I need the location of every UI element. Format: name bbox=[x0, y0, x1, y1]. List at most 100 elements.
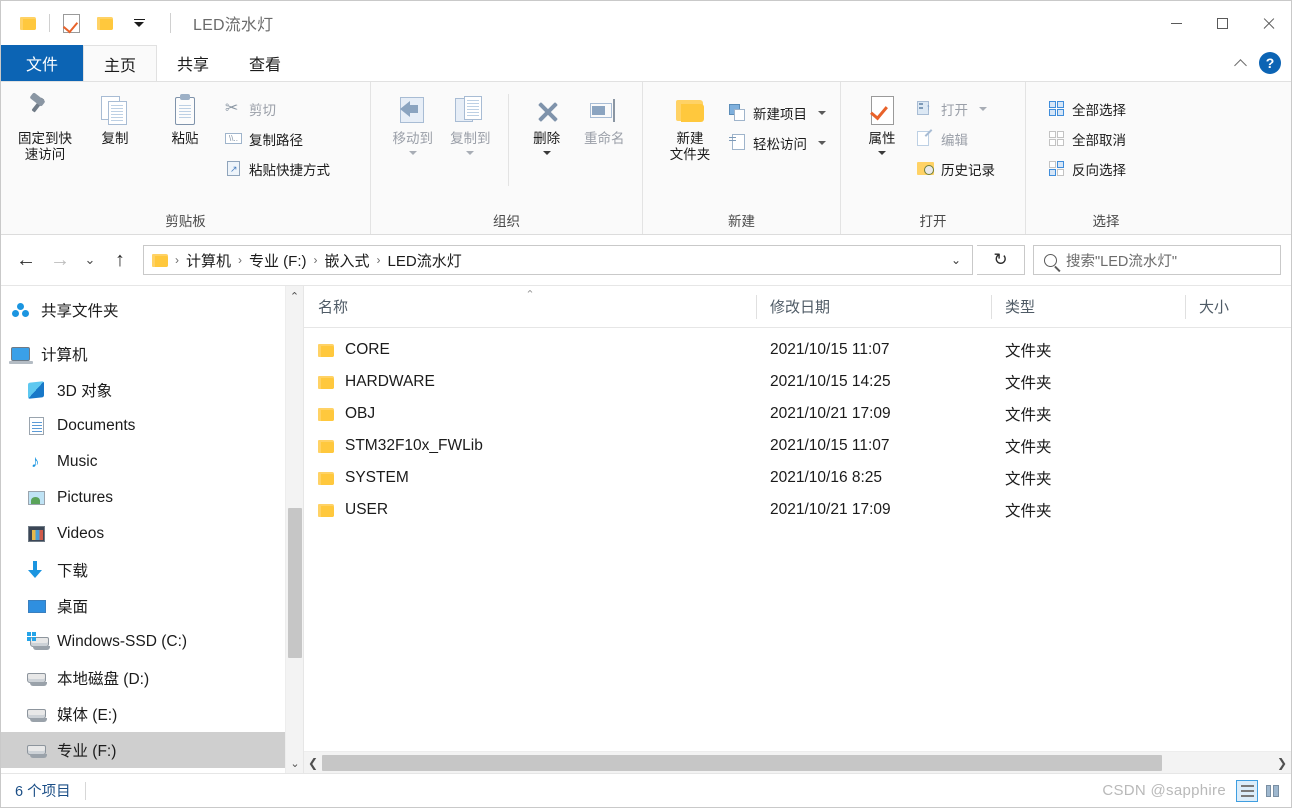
sidebar-item-shared-folder[interactable]: 共享文件夹 bbox=[1, 292, 303, 328]
folder-icon[interactable] bbox=[15, 10, 41, 36]
chevron-up-icon[interactable] bbox=[1235, 57, 1247, 69]
sidebar-label: 专业 (F:) bbox=[57, 743, 117, 760]
sidebar-label: 媒体 (E:) bbox=[57, 707, 118, 724]
sidebar-item-downloads[interactable]: 下载 bbox=[1, 552, 303, 588]
up-button[interactable]: ↑ bbox=[105, 245, 135, 275]
scroll-right-button[interactable]: ❯ bbox=[1273, 752, 1291, 774]
title-bar: LED流水灯 bbox=[1, 1, 1291, 45]
select-none-button[interactable]: 全部取消 bbox=[1044, 126, 1130, 151]
cut-button[interactable]: ✂ 剪切 bbox=[221, 96, 334, 121]
column-header-type[interactable]: 类型 bbox=[991, 286, 1185, 328]
table-row[interactable]: STM32F10x_FWLib 2021/10/15 11:07 文件夹 bbox=[304, 430, 1291, 462]
invert-selection-button[interactable]: 反向选择 bbox=[1044, 156, 1130, 181]
content-area: 共享文件夹 计算机 3D 对象 Documents ♪ Music Pictur… bbox=[1, 285, 1291, 773]
drive-icon bbox=[27, 740, 47, 760]
scroll-down-button[interactable]: ⌄ bbox=[286, 753, 303, 773]
breadcrumb-item-drive[interactable]: 专业 (F:) bbox=[244, 250, 312, 271]
sidebar-item-zhuanye-f[interactable]: 专业 (F:) bbox=[1, 732, 303, 768]
help-button[interactable]: ? bbox=[1259, 52, 1281, 74]
column-header-name[interactable]: ⌃ 名称 bbox=[304, 286, 756, 328]
table-row[interactable]: SYSTEM 2021/10/16 8:25 文件夹 bbox=[304, 462, 1291, 494]
edit-button[interactable]: 编辑 bbox=[913, 126, 999, 151]
sidebar-item-music[interactable]: ♪ Music bbox=[1, 444, 303, 480]
delete-icon bbox=[530, 94, 564, 128]
delete-label: 删除 bbox=[533, 131, 561, 146]
file-name: STM32F10x_FWLib bbox=[345, 437, 483, 454]
sidebar-item-3d-objects[interactable]: 3D 对象 bbox=[1, 372, 303, 408]
large-icons-view-button[interactable] bbox=[1261, 780, 1283, 802]
details-view-button[interactable] bbox=[1236, 779, 1258, 802]
downloads-icon bbox=[27, 560, 47, 580]
folder-icon bbox=[318, 439, 335, 454]
open-button[interactable]: ↑ 打开 bbox=[913, 96, 999, 121]
copy-path-button[interactable]: \\.. 复制路径 bbox=[221, 126, 334, 151]
rename-button[interactable]: 重命名 bbox=[576, 90, 632, 147]
easy-access-button[interactable]: 轻松访问 bbox=[725, 130, 830, 155]
search-box[interactable]: 搜索"LED流水灯" bbox=[1033, 245, 1281, 275]
breadcrumb-item-current[interactable]: LED流水灯 bbox=[383, 250, 467, 271]
paste-button[interactable]: 粘贴 bbox=[151, 90, 219, 147]
item-count: 6 个项目 bbox=[15, 784, 71, 800]
new-folder-button[interactable]: 新建 文件夹 bbox=[657, 90, 723, 163]
new-item-button[interactable]: 新建项目 bbox=[725, 100, 830, 125]
properties-check-icon[interactable] bbox=[58, 10, 84, 36]
sidebar-item-desktop[interactable]: 桌面 bbox=[1, 588, 303, 624]
tab-home[interactable]: 主页 bbox=[83, 45, 158, 81]
back-button[interactable]: ← bbox=[11, 245, 41, 275]
minimize-button[interactable] bbox=[1153, 1, 1199, 45]
history-button[interactable]: 历史记录 bbox=[913, 156, 999, 181]
sidebar-item-media-e[interactable]: 媒体 (E:) bbox=[1, 696, 303, 732]
horizontal-scrollbar[interactable]: ❮ ❯ bbox=[304, 751, 1291, 773]
edit-icon bbox=[917, 129, 934, 147]
sidebar-item-documents[interactable]: Documents bbox=[1, 408, 303, 444]
sidebar-item-pictures[interactable]: Pictures bbox=[1, 480, 303, 516]
breadcrumb-bar[interactable]: › 计算机 › 专业 (F:) › 嵌入式 › LED流水灯 ⌄ bbox=[143, 245, 973, 275]
forward-button[interactable]: → bbox=[45, 245, 75, 275]
refresh-button[interactable]: ↻ bbox=[977, 245, 1025, 275]
tab-share[interactable]: 共享 bbox=[157, 45, 229, 81]
table-row[interactable]: USER 2021/10/21 17:09 文件夹 bbox=[304, 494, 1291, 526]
breadcrumb-item-computer[interactable]: 计算机 bbox=[181, 250, 236, 271]
maximize-button[interactable] bbox=[1199, 1, 1245, 45]
close-button[interactable] bbox=[1245, 1, 1291, 45]
tab-view[interactable]: 查看 bbox=[229, 45, 301, 81]
scroll-left-button[interactable]: ❮ bbox=[304, 752, 322, 774]
chevron-down-icon[interactable]: ⌄ bbox=[944, 246, 968, 274]
copy-to-button[interactable]: 复制到 bbox=[443, 90, 499, 155]
table-row[interactable]: OBJ 2021/10/21 17:09 文件夹 bbox=[304, 398, 1291, 430]
pin-to-quick-access-button[interactable]: 固定到快 速访问 bbox=[11, 90, 79, 163]
sidebar-item-videos[interactable]: Videos bbox=[1, 516, 303, 552]
select-all-button[interactable]: 全部选择 bbox=[1044, 96, 1130, 121]
column-header-date[interactable]: 修改日期 bbox=[756, 286, 991, 328]
scrollbar-track[interactable] bbox=[322, 752, 1273, 774]
row-name-cell: USER bbox=[304, 501, 756, 519]
properties-button[interactable]: 属性 bbox=[853, 90, 911, 155]
sidebar-item-local-disk-d[interactable]: 本地磁盘 (D:) bbox=[1, 660, 303, 696]
scrollbar-thumb[interactable] bbox=[322, 754, 1162, 771]
recent-locations-button[interactable]: ⌄ bbox=[79, 245, 101, 275]
column-header-size[interactable]: 大小 bbox=[1185, 286, 1291, 328]
table-row[interactable]: HARDWARE 2021/10/15 14:25 文件夹 bbox=[304, 366, 1291, 398]
sidebar-label: Music bbox=[57, 453, 98, 470]
ribbon-group-select: 全部选择 全部取消 反向选择 选择 bbox=[1026, 82, 1186, 234]
copy-button[interactable]: 复制 bbox=[81, 90, 149, 147]
ribbon-group-clipboard: 固定到快 速访问 复制 粘贴 ✂ 剪切 \\.. 复制路径 ↗ 粘贴快捷方式 剪… bbox=[1, 82, 371, 234]
tab-file[interactable]: 文件 bbox=[1, 45, 83, 81]
file-name: USER bbox=[345, 501, 389, 518]
search-input[interactable]: 搜索"LED流水灯" bbox=[1066, 250, 1177, 271]
customize-dropdown-icon[interactable] bbox=[126, 10, 152, 36]
new-folder-icon[interactable] bbox=[92, 10, 118, 36]
scrollbar-thumb[interactable] bbox=[288, 508, 302, 658]
move-to-button[interactable]: 移动到 bbox=[385, 90, 441, 155]
breadcrumb-item-embedded[interactable]: 嵌入式 bbox=[320, 250, 375, 271]
sidebar-item-computer[interactable]: 计算机 bbox=[1, 336, 303, 372]
paste-shortcut-button[interactable]: ↗ 粘贴快捷方式 bbox=[221, 156, 334, 181]
sidebar-item-windows-ssd[interactable]: Windows-SSD (C:) bbox=[1, 624, 303, 660]
scroll-up-button[interactable]: ⌃ bbox=[286, 286, 303, 306]
column-label: 类型 bbox=[1005, 299, 1036, 316]
table-row[interactable]: CORE 2021/10/15 11:07 文件夹 bbox=[304, 334, 1291, 366]
sidebar-scrollbar[interactable]: ⌃ ⌄ bbox=[285, 286, 303, 773]
delete-button[interactable]: 删除 bbox=[519, 90, 575, 155]
file-name: CORE bbox=[345, 341, 390, 358]
new-folder-icon bbox=[673, 94, 707, 128]
